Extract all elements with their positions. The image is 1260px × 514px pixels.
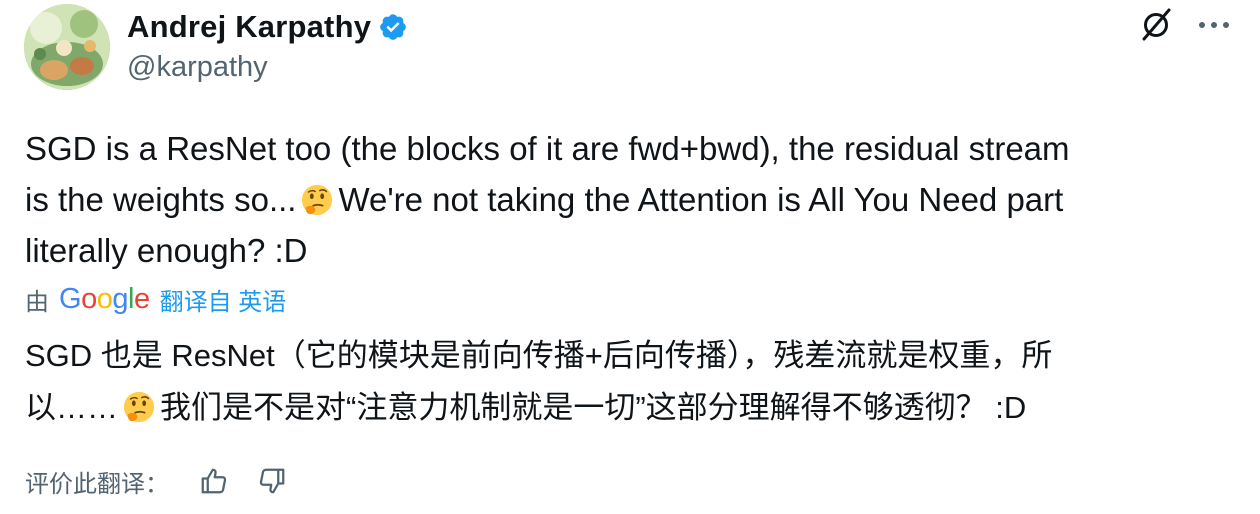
- translation-line: 以…… 我们是不是对“注意力机制就是一切”这部分理解得不够透彻？ :D: [25, 382, 1245, 434]
- author-handle[interactable]: @karpathy: [127, 51, 268, 84]
- translation-line: SGD 也是 ResNet（它的模块是前向传播+后向传播），残差流就是权重，所: [25, 338, 1053, 373]
- thinking-face-emoji-icon: [302, 184, 333, 216]
- translation-fragment: 我们是不是对“注意力机制就是一切”这部分理解得不够透彻？ :D: [160, 390, 1027, 425]
- thumbs-up-icon[interactable]: [199, 466, 229, 496]
- thumbs-down-icon[interactable]: [257, 466, 287, 496]
- rate-translation-label: 评价此翻译：: [25, 470, 169, 498]
- translated-by-prefix: 由: [25, 288, 49, 316]
- tweet-line: literally enough? :D: [25, 232, 308, 269]
- translated-from-link[interactable]: 翻译自 英语: [160, 282, 287, 317]
- translation-fragment: 以……: [25, 390, 118, 425]
- tweet-fragment: We're not taking the Attention is All Yo…: [338, 181, 1064, 218]
- rate-translation-row: 评价此翻译：: [25, 463, 287, 499]
- tweet-text: SGD is a ResNet too (the blocks of it ar…: [25, 123, 1245, 276]
- tweet-line: is the weights so... We're not taking th…: [25, 174, 1245, 225]
- avatar[interactable]: [24, 4, 110, 90]
- avatar-image: [24, 4, 110, 90]
- tweet-line: SGD is a ResNet too (the blocks of it ar…: [25, 130, 1070, 167]
- tweet-fragment: is the weights so...: [25, 181, 297, 218]
- thinking-face-emoji-icon: [123, 391, 155, 423]
- google-logo: Google: [59, 282, 150, 315]
- grok-icon[interactable]: [1139, 6, 1175, 42]
- verified-badge-icon: [380, 14, 406, 40]
- author-name-row: Andrej Karpathy: [127, 8, 408, 46]
- translated-by-row: 由 Google 翻译自 英语: [25, 279, 286, 319]
- more-horizontal-icon[interactable]: [1197, 20, 1231, 30]
- translation-text: SGD 也是 ResNet（它的模块是前向传播+后向传播），残差流就是权重，所 …: [25, 330, 1245, 434]
- author-display-name[interactable]: Andrej Karpathy: [127, 9, 371, 45]
